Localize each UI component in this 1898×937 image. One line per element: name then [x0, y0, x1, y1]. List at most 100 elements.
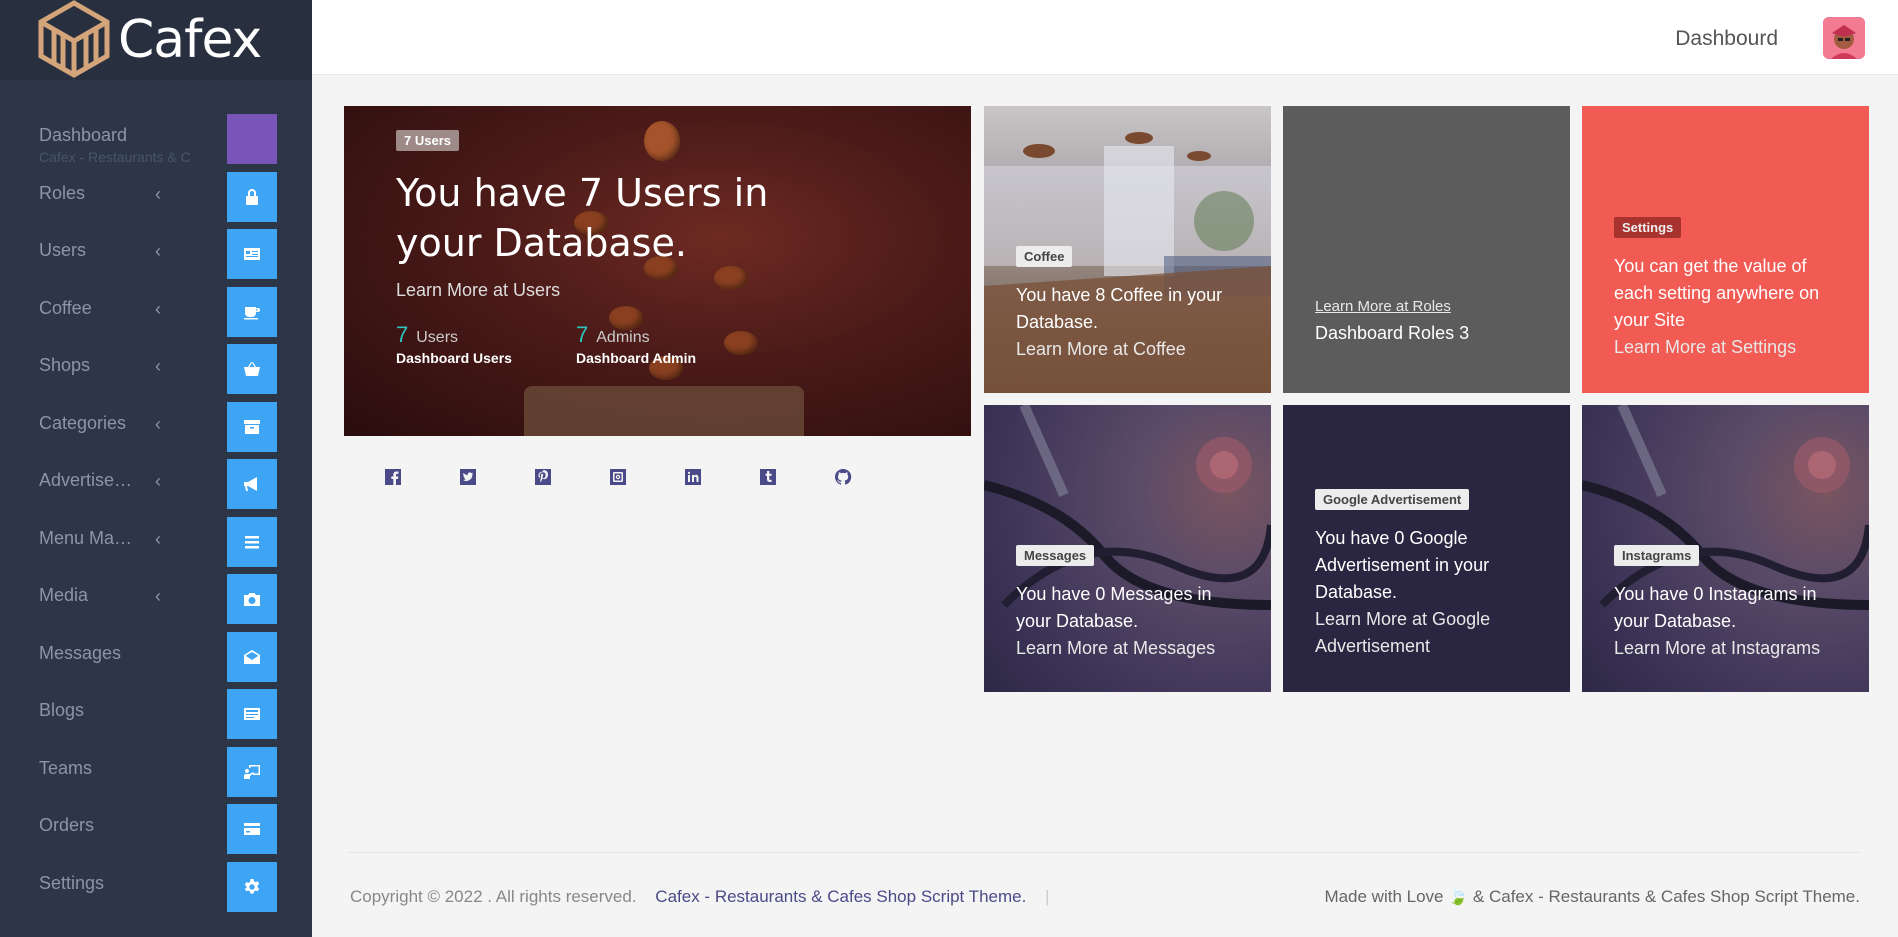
google-advertisement-badge: Google Advertisement — [1315, 489, 1470, 510]
gear-icon — [227, 861, 277, 912]
learn-more-settings-link[interactable]: Learn More at Settings — [1614, 337, 1796, 357]
sidebar-item-coffee[interactable]: Coffee ‹ — [0, 282, 312, 340]
coffee-bean-decoration — [644, 121, 680, 161]
learn-more-roles-link[interactable]: Learn More at Roles — [1315, 298, 1451, 315]
users-hero-card: 7 Users You have 7 Users in your Databas… — [344, 106, 971, 436]
sidebar-item-label: Users — [39, 240, 87, 260]
sidebar-item-label: Orders — [39, 815, 95, 835]
stat-label: Admins — [596, 329, 650, 346]
sidebar-item-orders[interactable]: Orders — [0, 799, 312, 857]
footer-theme-text: & Cafex - Restaurants & Cafes Shop Scrip… — [1472, 887, 1860, 906]
sidebar: Cafex Dashboard Cafex - Restaurants & C … — [0, 0, 312, 937]
learn-more-users-link[interactable]: Learn More at Users — [396, 280, 560, 301]
envelope-icon — [227, 631, 277, 682]
sidebar-item-menu-maker[interactable]: Menu Maker ‹ — [0, 512, 312, 570]
settings-tile-text: You can get the value of each setting an… — [1614, 256, 1820, 330]
coffee-bean-decoration — [714, 266, 748, 290]
chevron-left-icon: ‹ — [155, 586, 161, 606]
sidebar-item-label: Settings — [39, 872, 105, 893]
tumblr-icon[interactable] — [759, 468, 777, 486]
chevron-left-icon: ‹ — [155, 356, 161, 376]
sidebar-item-teams[interactable]: Teams — [0, 742, 312, 800]
instagrams-badge: Instagrams — [1614, 545, 1700, 566]
sidebar-item-label: Media — [39, 585, 89, 605]
copyright-text: Copyright © 2022 . All rights reserved. — [350, 887, 637, 906]
sidebar-nav: Dashboard Cafex - Restaurants & C Roles … — [0, 109, 312, 914]
footer-separator: | — [1045, 887, 1050, 906]
footer-brand-link[interactable]: Cafex - Restaurants & Cafes Shop Script … — [655, 887, 1026, 906]
megaphone-icon — [227, 459, 277, 509]
sidebar-item-label: Shops — [39, 355, 91, 375]
stat-sublabel: Dashboard Admin — [576, 350, 697, 366]
chevron-left-icon: ‹ — [155, 528, 161, 549]
facebook-icon[interactable] — [384, 468, 402, 486]
sidebar-item-roles[interactable]: Roles ‹ — [0, 167, 312, 225]
sidebar-item-messages[interactable]: Messages — [0, 627, 312, 685]
chevron-left-icon: ‹ — [155, 183, 161, 204]
users-badge: 7 Users — [396, 130, 459, 151]
sidebar-item-label: Blogs — [39, 700, 85, 720]
hero-title: You have 7 Users in your Database. — [396, 171, 769, 265]
sidebar-item-label: Menu Maker — [39, 527, 139, 548]
chevron-left-icon: ‹ — [155, 471, 161, 491]
sidebar-item-label: Coffee — [39, 297, 92, 318]
presentation-icon — [227, 746, 277, 797]
stat-value: 7 — [576, 322, 589, 347]
chevron-left-icon: ‹ — [155, 413, 161, 434]
stat-sublabel: Dashboard Users — [396, 350, 512, 366]
github-icon[interactable] — [834, 468, 852, 486]
instagram-icon[interactable] — [609, 468, 627, 486]
coffee-bean-decoration — [724, 331, 758, 355]
settings-badge: Settings — [1614, 217, 1682, 238]
instagrams-tile[interactable]: Instagrams You have 0 Instagrams in your… — [1582, 405, 1869, 692]
user-avatar[interactable] — [1823, 17, 1865, 59]
footer-credits: Made with Love 🍃 & Cafex - Restaurants &… — [1324, 887, 1860, 907]
menu-icon — [227, 516, 277, 567]
twitter-icon[interactable] — [459, 468, 477, 486]
messages-tile-text: You have 0 Messages in your Database. — [1016, 584, 1212, 631]
linkedin-icon[interactable] — [684, 468, 702, 486]
coffee-cup-decoration — [524, 386, 804, 436]
stat-admins: 7 Admins Dashboard Admin — [576, 322, 696, 366]
sidebar-item-settings[interactable]: Settings — [0, 857, 312, 915]
lock-icon — [227, 171, 277, 222]
messages-badge: Messages — [1016, 545, 1095, 566]
settings-tile[interactable]: Settings You can get the value of each s… — [1582, 106, 1869, 393]
credit-card-icon — [227, 804, 277, 854]
social-links — [384, 468, 852, 486]
sidebar-item-categories[interactable]: Categories ‹ — [0, 397, 312, 455]
basket-icon — [227, 344, 277, 394]
sidebar-item-label: Categories — [39, 412, 127, 433]
messages-tile[interactable]: Messages You have 0 Messages in your Dat… — [984, 405, 1271, 692]
roles-tile[interactable]: Learn More at Roles Dashboard Roles 3 — [1283, 106, 1570, 393]
sidebar-item-sublabel: Cafex - Restaurants & C — [39, 149, 191, 165]
coffee-tile-text: You have 8 Coffee in your Database. — [1016, 285, 1223, 332]
learn-more-instagrams-link[interactable]: Learn More at Instagrams — [1614, 638, 1820, 658]
pinterest-icon[interactable] — [534, 468, 552, 486]
made-with-text: Made with Love — [1324, 887, 1444, 906]
brand[interactable]: Cafex — [0, 0, 312, 80]
google-advertisement-tile-text: You have 0 Google Advertisement in your … — [1315, 528, 1490, 602]
footer-divider — [348, 852, 1860, 853]
sidebar-item-advertisements[interactable]: Advertise… ‹ — [0, 454, 312, 512]
sidebar-item-label: Roles — [39, 182, 86, 203]
learn-more-coffee-link[interactable]: Learn More at Coffee — [1016, 339, 1186, 359]
sidebar-item-users[interactable]: Users ‹ — [0, 224, 312, 282]
id-card-icon — [227, 229, 277, 279]
coffee-badge: Coffee — [1016, 246, 1073, 267]
learn-more-messages-link[interactable]: Learn More at Messages — [1016, 638, 1215, 658]
archive-icon — [227, 401, 277, 452]
chevron-left-icon: ‹ — [155, 241, 161, 261]
stat-value: 7 — [396, 322, 409, 347]
sidebar-item-shops[interactable]: Shops ‹ — [0, 339, 312, 397]
sidebar-item-label: Teams — [39, 757, 93, 778]
sidebar-item-blogs[interactable]: Blogs — [0, 684, 312, 742]
square-icon — [227, 114, 277, 164]
coffee-icon — [227, 286, 277, 337]
sidebar-item-media[interactable]: Media ‹ — [0, 569, 312, 627]
coffee-tile[interactable]: Coffee You have 8 Coffee in your Databas… — [984, 106, 1271, 393]
sidebar-item-dashboard[interactable]: Dashboard Cafex - Restaurants & C — [0, 109, 312, 167]
learn-more-google-advertisement-link[interactable]: Learn More at Google Advertisement — [1315, 609, 1490, 656]
newspaper-icon — [227, 689, 277, 739]
google-advertisement-tile[interactable]: Google Advertisement You have 0 Google A… — [1283, 405, 1570, 692]
